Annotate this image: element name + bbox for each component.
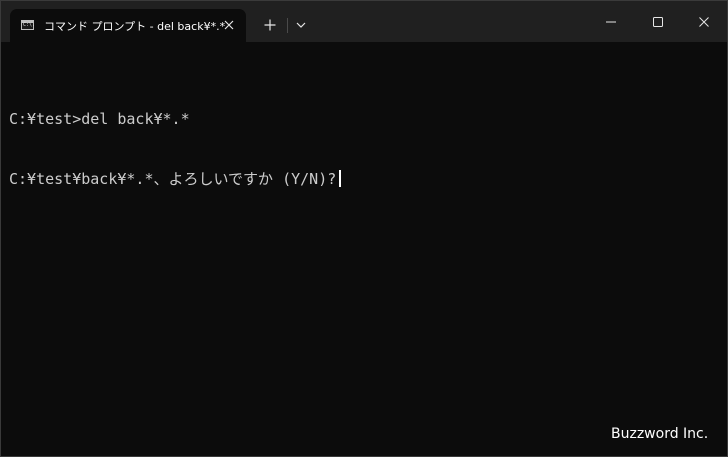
close-window-button[interactable] <box>681 1 727 42</box>
terminal-window: C:\. コマンド プロンプト - del back¥*.* C:¥test>d… <box>0 0 728 457</box>
close-icon <box>224 20 234 30</box>
minimize-icon <box>606 21 616 22</box>
tab-command-prompt[interactable]: C:\. コマンド プロンプト - del back¥*.* <box>10 9 246 42</box>
tab-close-button[interactable] <box>220 16 238 34</box>
terminal-line: C:¥test>del back¥*.* <box>9 109 341 129</box>
terminal-output[interactable]: C:¥test>del back¥*.* C:¥test¥back¥*.*、よろ… <box>9 69 342 229</box>
close-icon <box>699 16 709 27</box>
maximize-icon <box>653 16 663 27</box>
new-tab-button[interactable] <box>259 14 281 36</box>
tab-title: コマンド プロンプト - del back¥*.* <box>44 20 226 33</box>
terminal-line: C:¥test¥back¥*.*、よろしいですか (Y/N)? <box>9 169 342 189</box>
command-text: C:¥test>del back¥*.* <box>9 110 190 128</box>
prompt-text: C:¥test¥back¥*.*、よろしいですか (Y/N)? <box>9 170 337 188</box>
maximize-button[interactable] <box>635 1 681 42</box>
plus-icon <box>264 19 276 31</box>
profile-dropdown-button[interactable] <box>291 14 311 36</box>
title-bar[interactable]: C:\. コマンド プロンプト - del back¥*.* <box>1 1 727 42</box>
tab-separator <box>287 18 288 33</box>
tab-icon-text: C:\. <box>23 22 36 28</box>
chevron-down-icon <box>296 22 306 28</box>
minimize-button[interactable] <box>588 1 634 42</box>
watermark: Buzzword Inc. <box>611 426 709 442</box>
text-cursor <box>339 170 342 187</box>
command-prompt-icon: C:\. <box>21 20 36 30</box>
